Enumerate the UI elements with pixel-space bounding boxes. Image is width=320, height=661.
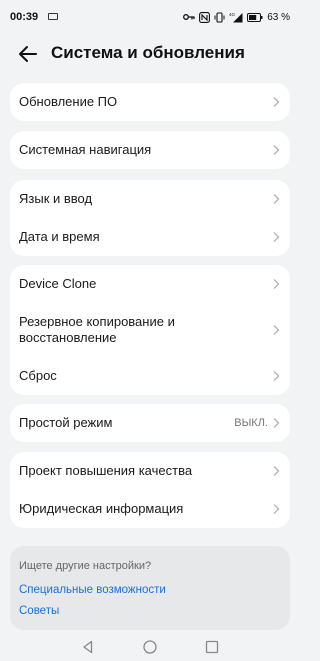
status-time: 00:39 xyxy=(10,11,39,23)
legal-info-item[interactable]: Юридическая информация xyxy=(10,490,290,528)
simple-mode-value: ВЫКЛ. xyxy=(234,417,268,429)
battery-icon xyxy=(247,12,263,22)
tips-link[interactable]: Советы xyxy=(19,605,59,617)
quality-project-item[interactable]: Проект повышения качества xyxy=(10,452,290,490)
item-label: Резервное копирование и восстановление xyxy=(19,314,175,345)
item-label: Простой режим xyxy=(19,415,113,430)
chevron-right-icon xyxy=(273,232,280,242)
chevron-right-icon xyxy=(273,466,280,476)
chevron-right-icon xyxy=(273,279,280,289)
status-icons: 4G 63 % xyxy=(183,10,290,24)
date-time-item[interactable]: Дата и время xyxy=(10,218,290,256)
vibrate-icon xyxy=(214,11,225,23)
settings-group: Обновление ПО xyxy=(10,83,290,121)
settings-group: Проект повышения качества Юридическая ин… xyxy=(10,452,290,528)
key-icon xyxy=(183,14,195,20)
chevron-right-icon xyxy=(273,371,280,381)
nav-recents-icon[interactable] xyxy=(204,639,220,655)
signal-icon: 4G xyxy=(229,12,243,22)
item-label: Юридическая информация xyxy=(19,501,184,516)
other-settings-card: Ищете другие настройки? Специальные возм… xyxy=(10,546,290,630)
item-label: Сброс xyxy=(19,368,57,383)
chevron-right-icon xyxy=(273,194,280,204)
status-bar: 00:39 4G 63 % xyxy=(0,0,300,34)
chevron-right-icon xyxy=(273,418,280,428)
item-label: Проект повышения качества xyxy=(19,463,193,478)
reset-item[interactable]: Сброс xyxy=(10,357,290,395)
item-label: Дата и время xyxy=(19,229,100,244)
svg-text:4G: 4G xyxy=(229,12,236,17)
settings-group: Простой режим ВЫКЛ. xyxy=(10,404,290,442)
simple-mode-item[interactable]: Простой режим ВЫКЛ. xyxy=(10,404,290,442)
battery-percent: 63 % xyxy=(267,11,290,23)
chevron-right-icon xyxy=(273,325,280,335)
nfc-icon xyxy=(199,11,211,23)
device-clone-item[interactable]: Device Clone xyxy=(10,265,290,303)
nav-back-icon[interactable] xyxy=(80,639,96,655)
item-label: Device Clone xyxy=(19,276,97,291)
mail-icon xyxy=(48,13,58,20)
system-navigation-item[interactable]: Системная навигация xyxy=(10,131,290,169)
backup-restore-item[interactable]: Резервное копирование и восстановление xyxy=(10,303,290,357)
chevron-right-icon xyxy=(273,97,280,107)
language-input-item[interactable]: Язык и ввод xyxy=(10,180,290,218)
item-label: Обновление ПО xyxy=(19,94,118,109)
accessibility-link[interactable]: Специальные возможности xyxy=(19,584,166,596)
item-label: Системная навигация xyxy=(19,142,152,157)
item-label: Язык и ввод xyxy=(19,191,93,206)
navigation-bar xyxy=(0,631,300,661)
settings-group: Язык и ввод Дата и время xyxy=(10,180,290,256)
settings-group: Device Clone Резервное копирование и вос… xyxy=(10,265,290,395)
header: Система и обновления xyxy=(0,34,300,74)
page-title: Система и обновления xyxy=(51,43,245,62)
settings-group: Системная навигация xyxy=(10,131,290,169)
other-settings-title: Ищете другие настройки? xyxy=(19,560,152,572)
nav-home-icon[interactable] xyxy=(142,639,158,655)
back-arrow-icon[interactable] xyxy=(16,42,40,66)
software-update-item[interactable]: Обновление ПО xyxy=(10,83,290,121)
chevron-right-icon xyxy=(273,145,280,155)
chevron-right-icon xyxy=(273,504,280,514)
